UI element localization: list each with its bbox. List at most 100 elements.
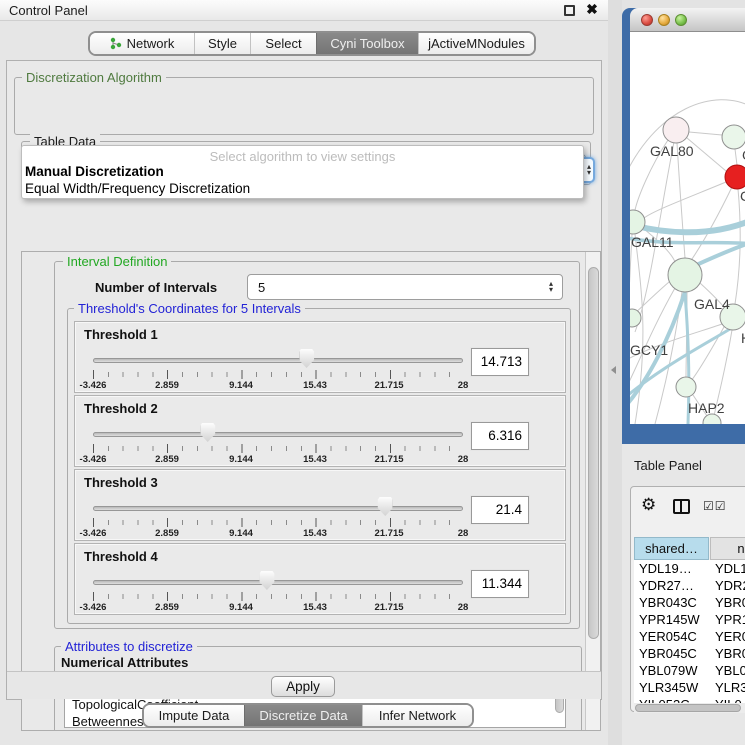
cell[interactable]: YPR1: [710, 611, 745, 628]
slider-handle[interactable]: [378, 497, 393, 516]
node-gal80[interactable]: [663, 117, 689, 143]
slider-handle[interactable]: [259, 571, 274, 590]
slider-ticks: [93, 444, 463, 453]
dropdown-option-manual-discretization[interactable]: Manual Discretization: [25, 164, 164, 179]
slider-tick-labels: -3.426 2.859 9.144 15.43 21.715 28: [93, 454, 463, 465]
close-traffic-light-icon[interactable]: [641, 14, 653, 26]
column-header-shared-name[interactable]: shared…: [634, 537, 709, 560]
tick-label: 15.43: [303, 602, 327, 613]
node-gcy1[interactable]: [630, 309, 641, 327]
table-row[interactable]: YBR045CYBR0: [634, 645, 745, 662]
top-tab-bar: Network Style Select Cyni Toolbox jActiv…: [88, 31, 536, 56]
cell[interactable]: YDR27…: [634, 577, 710, 594]
table-row[interactable]: YDR27…YDR2: [634, 577, 745, 594]
node-g[interactable]: [722, 125, 745, 149]
threshold-label: Threshold 4: [84, 549, 158, 564]
zoom-traffic-light-icon[interactable]: [675, 14, 687, 26]
threshold-1-slider[interactable]: -3.426 2.859 9.144 15.43 21.715 28: [93, 348, 463, 390]
tab-select[interactable]: Select: [250, 33, 316, 54]
node-hap2[interactable]: [676, 377, 696, 397]
minimize-traffic-light-icon[interactable]: [658, 14, 670, 26]
float-window-icon[interactable]: [564, 5, 575, 16]
cell[interactable]: YDL19…: [634, 560, 710, 577]
close-icon[interactable]: [584, 1, 600, 19]
table-row[interactable]: YDL19…YDL1: [634, 560, 745, 577]
network-window-titlebar[interactable]: [630, 8, 745, 32]
table-row[interactable]: YBL079WYBL0: [634, 662, 745, 679]
number-of-intervals-spinner[interactable]: 5: [247, 274, 563, 300]
node-gal4[interactable]: [668, 258, 702, 292]
tick-label: 9.144: [229, 454, 253, 465]
scrollbar-thumb[interactable]: [635, 704, 741, 712]
table-row[interactable]: YBR043CYBR0: [634, 594, 745, 611]
cell[interactable]: YER0: [710, 628, 745, 645]
select-columns-icon[interactable]: [703, 499, 727, 513]
column-header-label: n: [737, 541, 744, 556]
slider-ticks: [93, 592, 463, 601]
cell[interactable]: YPR145W: [634, 611, 710, 628]
scrollbar-thumb[interactable]: [588, 267, 599, 639]
threshold-3-slider[interactable]: -3.426 2.859 9.144 15.43 21.715 28: [93, 496, 463, 538]
tab-network[interactable]: Network: [90, 33, 194, 54]
table-row[interactable]: YLR345WYLR3: [634, 679, 745, 696]
threshold-3-value-field[interactable]: 21.4: [471, 496, 529, 524]
node-label: H: [741, 330, 745, 346]
tab-infer-network[interactable]: Infer Network: [362, 705, 472, 726]
cell[interactable]: YBR045C: [634, 645, 710, 662]
tick-label: 15.43: [303, 380, 327, 391]
split-pane-divider[interactable]: [608, 0, 622, 745]
slider-handle[interactable]: [299, 349, 314, 368]
tab-jactivemnodules[interactable]: jActiveMNodules: [418, 33, 534, 54]
slider-tick-labels: -3.426 2.859 9.144 15.43 21.715 28: [93, 380, 463, 391]
cell[interactable]: YBR043C: [634, 594, 710, 611]
cell[interactable]: YBL079W: [634, 662, 710, 679]
cell[interactable]: YER054C: [634, 628, 710, 645]
node-label: GAL80: [650, 143, 694, 159]
screen: Control Panel Network Style Select: [0, 0, 745, 745]
collapse-left-icon[interactable]: [611, 366, 616, 374]
threshold-2-value-field[interactable]: 6.316: [471, 422, 529, 450]
slider-ticks: [93, 370, 463, 379]
tick-label: 21.715: [374, 380, 403, 391]
cell[interactable]: YDL1: [710, 560, 745, 577]
tab-impute-data[interactable]: Impute Data: [144, 705, 244, 726]
network-canvas[interactable]: GAL80 G C GAL11 GAL4 GCY1 H HAP2: [630, 32, 745, 424]
settings-scrollbar[interactable]: [585, 252, 601, 730]
dropdown-option-equal-width-frequency[interactable]: Equal Width/Frequency Discretization: [25, 181, 250, 196]
apply-button[interactable]: Apply: [271, 676, 335, 697]
slider-track: [93, 358, 463, 363]
slider-tick-labels: -3.426 2.859 9.144 15.43 21.715 28: [93, 602, 463, 613]
node-label: GAL11: [631, 234, 674, 250]
node-table-rows: YDL19…YDL1 YDR27…YDR2 YBR043CYBR0 YPR145…: [634, 560, 745, 704]
cell[interactable]: YDR2: [710, 577, 745, 594]
tab-discretize-data[interactable]: Discretize Data: [244, 705, 362, 726]
gear-icon[interactable]: [641, 495, 656, 515]
slider-track: [93, 580, 463, 585]
tab-label: Cyni Toolbox: [330, 36, 404, 51]
cell[interactable]: YBR0: [710, 594, 745, 611]
columns-icon[interactable]: [673, 499, 690, 514]
tick-label: 28: [458, 380, 469, 391]
table-row[interactable]: YPR145WYPR1: [634, 611, 745, 628]
cell[interactable]: YLR3: [710, 679, 745, 696]
node-label: HAP2: [688, 400, 725, 416]
tick-label: 9.144: [229, 602, 253, 613]
cyni-toolbox-panel: Discretization Algorithm Select algorith…: [6, 60, 602, 700]
slider-handle[interactable]: [200, 423, 215, 442]
cell[interactable]: YBL0: [710, 662, 745, 679]
network-view-window[interactable]: GAL80 G C GAL11 GAL4 GCY1 H HAP2: [622, 8, 745, 444]
threshold-1-value-field[interactable]: 14.713: [471, 348, 529, 376]
node-selected-red[interactable]: [725, 165, 745, 189]
column-header-name[interactable]: n: [710, 537, 745, 560]
cell[interactable]: YLR345W: [634, 679, 710, 696]
table-horizontal-scrollbar[interactable]: [634, 703, 745, 713]
cell[interactable]: YBR0: [710, 645, 745, 662]
table-row[interactable]: YER054CYER0: [634, 628, 745, 645]
tab-label: Style: [208, 36, 237, 51]
threshold-2-slider[interactable]: -3.426 2.859 9.144 15.43 21.715 28: [93, 422, 463, 464]
tab-cyni-toolbox[interactable]: Cyni Toolbox: [316, 33, 418, 54]
threshold-4-slider[interactable]: -3.426 2.859 9.144 15.43 21.715 28: [93, 570, 463, 612]
threshold-4-value-field[interactable]: 11.344: [471, 570, 529, 598]
group-title: Attributes to discretize: [61, 639, 197, 654]
tab-style[interactable]: Style: [194, 33, 250, 54]
